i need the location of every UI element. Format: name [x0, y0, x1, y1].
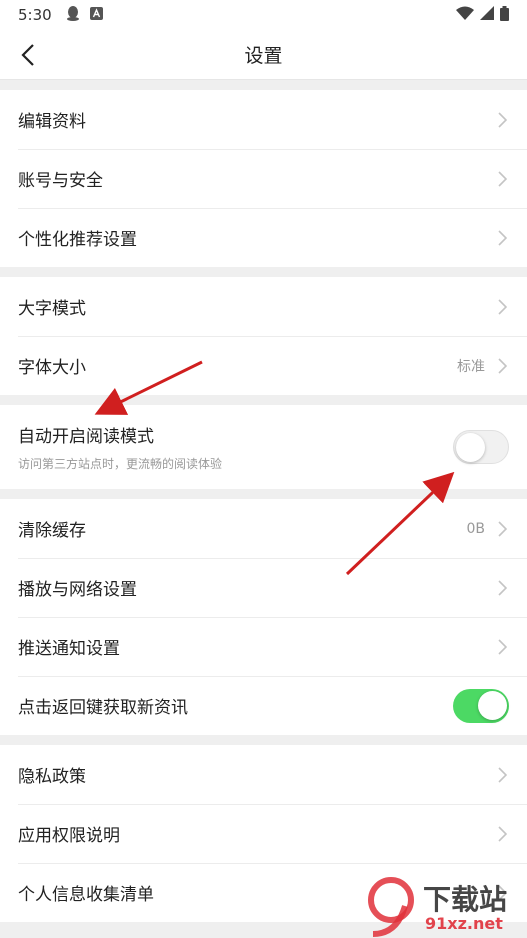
settings-group-privacy: 隐私政策 应用权限说明 个人信息收集清单 — [0, 745, 527, 922]
row-label: 点击返回键获取新资讯 — [18, 698, 188, 718]
row-label: 个人信息收集清单 — [18, 885, 154, 905]
row-account-security[interactable]: 账号与安全 — [0, 149, 527, 208]
row-push-notifications[interactable]: 推送通知设置 — [0, 617, 527, 676]
row-label: 播放与网络设置 — [18, 580, 137, 600]
status-right — [456, 5, 509, 25]
chevron-right-icon — [495, 357, 509, 375]
auto-reading-mode-toggle[interactable] — [453, 430, 509, 464]
settings-group-general: 清除缓存 0B 播放与网络设置 推送通知设置 点击返回键获取新资讯 — [0, 499, 527, 735]
nav-bar: 设置 — [0, 30, 527, 80]
cache-size-value: 0B — [466, 520, 485, 537]
row-large-text-mode[interactable]: 大字模式 — [0, 277, 527, 336]
chevron-right-icon — [495, 170, 509, 188]
chevron-right-icon — [495, 884, 509, 902]
font-size-value: 标准 — [457, 358, 485, 375]
status-time: 5:30 — [18, 6, 52, 24]
row-edit-profile[interactable]: 编辑资料 — [0, 90, 527, 149]
row-playback-network[interactable]: 播放与网络设置 — [0, 558, 527, 617]
row-clear-cache[interactable]: 清除缓存 0B — [0, 499, 527, 558]
settings-group-profile: 编辑资料 账号与安全 个性化推荐设置 — [0, 90, 527, 267]
row-privacy-policy[interactable]: 隐私政策 — [0, 745, 527, 804]
chevron-right-icon — [495, 520, 509, 538]
row-auto-reading-mode: 自动开启阅读模式 访问第三方站点时，更流畅的阅读体验 — [0, 405, 527, 489]
battery-icon — [500, 5, 509, 25]
row-label: 自动开启阅读模式 — [18, 427, 154, 447]
chevron-right-icon — [495, 766, 509, 784]
row-app-permissions[interactable]: 应用权限说明 — [0, 804, 527, 863]
row-label: 账号与安全 — [18, 171, 103, 191]
wifi-icon — [456, 6, 474, 24]
chevron-right-icon — [495, 229, 509, 247]
chevron-right-icon — [495, 579, 509, 597]
row-font-size[interactable]: 字体大小 标准 — [0, 336, 527, 395]
row-label: 清除缓存 — [18, 521, 86, 541]
chevron-right-icon — [495, 825, 509, 843]
chevron-left-icon — [21, 44, 34, 66]
chevron-right-icon — [495, 298, 509, 316]
row-personal-info-list[interactable]: 个人信息收集清单 — [0, 863, 527, 922]
toggle-knob — [456, 433, 485, 462]
settings-group-display: 大字模式 字体大小 标准 — [0, 277, 527, 395]
chevron-right-icon — [495, 111, 509, 129]
settings-group-reading: 自动开启阅读模式 访问第三方站点时，更流畅的阅读体验 — [0, 405, 527, 489]
status-bar: 5:30 — [0, 0, 527, 30]
toggle-knob — [478, 690, 507, 720]
signal-icon — [480, 6, 494, 24]
row-back-key-refresh: 点击返回键获取新资讯 — [0, 676, 527, 735]
back-button[interactable] — [14, 41, 42, 69]
qq-icon — [66, 5, 80, 25]
chevron-right-icon — [495, 638, 509, 656]
row-label: 字体大小 — [18, 358, 86, 378]
page-title: 设置 — [244, 45, 283, 67]
row-label: 推送通知设置 — [18, 639, 120, 659]
row-subtitle: 访问第三方站点时，更流畅的阅读体验 — [18, 457, 223, 471]
row-label: 个性化推荐设置 — [18, 230, 137, 250]
row-label: 应用权限说明 — [18, 826, 120, 846]
row-label: 编辑资料 — [18, 112, 86, 132]
back-key-refresh-toggle[interactable] — [453, 688, 509, 723]
row-label: 隐私政策 — [18, 767, 86, 787]
app-notification-icon — [89, 6, 103, 24]
row-label: 大字模式 — [18, 299, 86, 319]
row-personalized-recommendation[interactable]: 个性化推荐设置 — [0, 208, 527, 267]
